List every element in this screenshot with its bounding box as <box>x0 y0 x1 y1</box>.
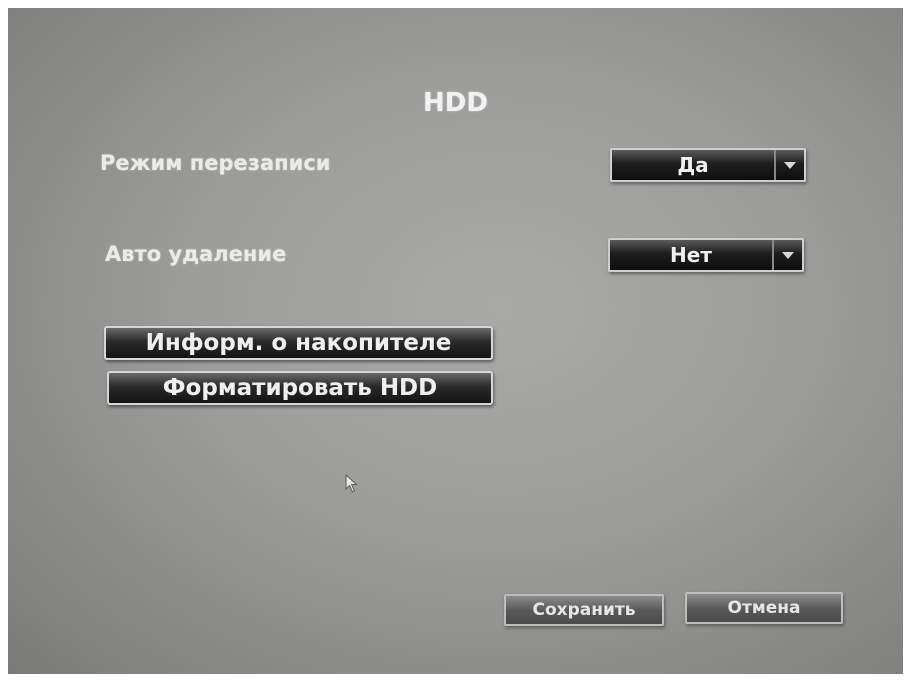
mouse-pointer-icon <box>345 474 358 493</box>
page-title: HDD <box>423 88 488 118</box>
auto-delete-value: Нет <box>670 243 712 267</box>
chevron-down-icon[interactable] <box>774 150 804 180</box>
auto-delete-select[interactable]: Нет <box>608 238 804 272</box>
overwrite-mode-label: Режим перезаписи <box>100 151 331 175</box>
auto-delete-label: Авто удаление <box>105 242 287 266</box>
chevron-down-icon[interactable] <box>772 240 802 270</box>
hdd-settings-screen: HDD Режим перезаписи Да Авто удаление Не… <box>8 8 903 674</box>
overwrite-mode-select[interactable]: Да <box>610 148 806 182</box>
drive-info-button[interactable]: Информ. о накопителе <box>104 326 493 360</box>
format-hdd-button[interactable]: Форматировать HDD <box>107 371 493 405</box>
save-button[interactable]: Сохранить <box>504 594 664 626</box>
cancel-button[interactable]: Отмена <box>685 592 843 624</box>
overwrite-mode-value: Да <box>677 153 709 177</box>
